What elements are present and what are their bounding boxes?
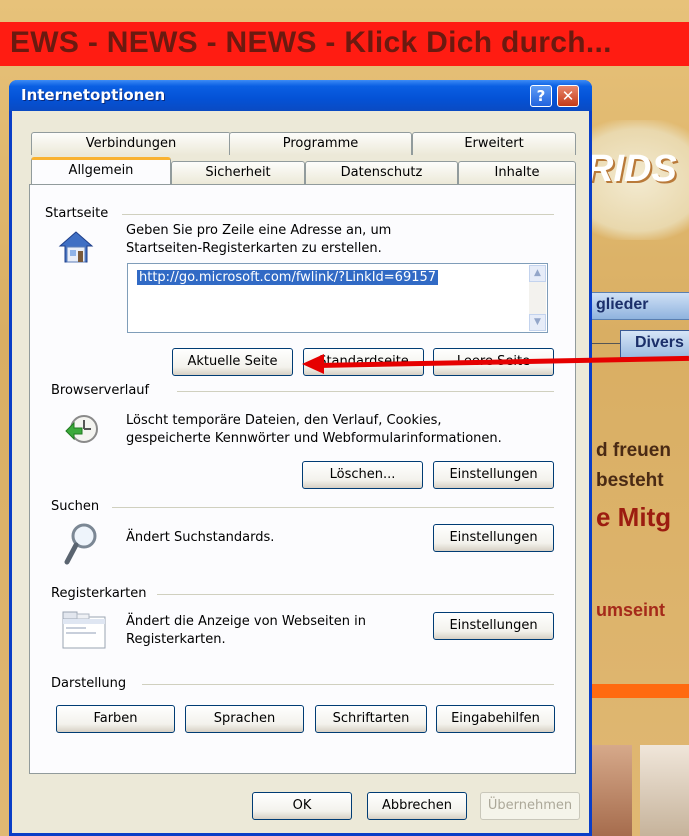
group-registerkarten-heading: Registerkarten bbox=[51, 586, 147, 601]
group-separator bbox=[142, 684, 554, 685]
dialog-title: Internetoptionen bbox=[21, 86, 166, 104]
current-page-button[interactable]: Aktuelle Seite bbox=[172, 348, 293, 376]
group-separator bbox=[112, 507, 554, 508]
tab-sicherheit[interactable]: Sicherheit bbox=[171, 161, 305, 184]
group-browserverlauf-heading: Browserverlauf bbox=[51, 383, 150, 398]
news-banner: EWS - NEWS - NEWS - Klick Dich durch... bbox=[0, 22, 689, 66]
search-settings-button[interactable]: Einstellungen bbox=[433, 524, 554, 552]
news-banner-text: EWS - NEWS - NEWS - Klick Dich durch... bbox=[10, 26, 612, 59]
history-settings-button[interactable]: Einstellungen bbox=[433, 461, 554, 489]
colors-button[interactable]: Farben bbox=[56, 705, 175, 733]
search-magnifier-icon bbox=[64, 522, 100, 570]
startseite-description-line1: Geben Sie pro Zeile eine Adresse an, um bbox=[126, 223, 392, 238]
nav-connector bbox=[592, 343, 622, 344]
page-text-line: umseint bbox=[596, 600, 666, 620]
nav-button-divers-label: Divers bbox=[635, 334, 684, 351]
tab-verbindungen[interactable]: Verbindungen bbox=[31, 132, 231, 155]
close-button[interactable]: ✕ bbox=[557, 85, 579, 107]
annotation-arrow-head bbox=[302, 354, 324, 374]
nav-button-members[interactable]: glieder bbox=[585, 292, 689, 320]
languages-button[interactable]: Sprachen bbox=[185, 705, 304, 733]
fonts-button[interactable]: Schriftarten bbox=[315, 705, 427, 733]
history-description-line2: gespeicherte Kennwörter und Webformulari… bbox=[126, 431, 502, 446]
group-separator bbox=[177, 391, 554, 392]
group-separator bbox=[122, 214, 554, 215]
cancel-button[interactable]: Abbrechen bbox=[367, 792, 467, 820]
tab-programme[interactable]: Programme bbox=[229, 132, 412, 155]
search-description: Ändert Suchstandards. bbox=[126, 530, 275, 545]
group-separator bbox=[157, 594, 554, 595]
homepage-url-textarea[interactable]: http://go.microsoft.com/fwlink/?LinkId=6… bbox=[127, 263, 548, 333]
tab-erweitert[interactable]: Erweitert bbox=[412, 132, 576, 155]
tab-datenschutz[interactable]: Datenschutz bbox=[305, 161, 458, 184]
history-clock-icon bbox=[64, 413, 100, 451]
site-logo-text: RIDS bbox=[586, 148, 677, 190]
tabs-window-icon bbox=[62, 611, 106, 653]
tabs-description-line1: Ändert die Anzeige von Webseiten in bbox=[126, 614, 366, 629]
dialog-titlebar[interactable]: Internetoptionen ? ✕ bbox=[9, 80, 592, 111]
group-suchen-heading: Suchen bbox=[51, 499, 100, 514]
help-button[interactable]: ? bbox=[530, 85, 552, 107]
ok-button[interactable]: OK bbox=[252, 792, 352, 820]
page-text-line: d freuen bbox=[596, 440, 671, 461]
home-icon bbox=[58, 230, 94, 268]
scroll-up-icon[interactable]: ▲ bbox=[529, 265, 546, 282]
internet-options-dialog: Internetoptionen ? ✕ Verbindungen Progra… bbox=[9, 80, 592, 836]
page-text-line: e Mitg bbox=[596, 502, 672, 532]
page-text-line: besteht bbox=[596, 470, 664, 491]
startseite-description-line2: Startseiten-Registerkarten zu erstellen. bbox=[126, 241, 382, 256]
tabs-description-line2: Registerkarten. bbox=[126, 632, 226, 647]
delete-history-button[interactable]: Löschen... bbox=[302, 461, 423, 489]
accessibility-button[interactable]: Eingabehilfen bbox=[436, 705, 555, 733]
tabs-settings-button[interactable]: Einstellungen bbox=[433, 612, 554, 640]
page-photo bbox=[640, 745, 689, 836]
page-photo bbox=[592, 745, 632, 836]
group-darstellung-heading: Darstellung bbox=[51, 676, 127, 691]
history-description-line1: Löscht temporäre Dateien, den Verlauf, C… bbox=[126, 413, 442, 428]
group-startseite-heading: Startseite bbox=[45, 206, 109, 221]
scroll-down-icon[interactable]: ▼ bbox=[529, 314, 546, 331]
nav-button-members-label: glieder bbox=[596, 296, 649, 313]
tab-inhalte[interactable]: Inhalte bbox=[458, 161, 576, 184]
page-divider bbox=[590, 684, 689, 698]
nav-button-divers[interactable]: Divers bbox=[620, 330, 689, 358]
apply-button[interactable]: Übernehmen bbox=[480, 792, 580, 820]
homepage-url-text: http://go.microsoft.com/fwlink/?LinkId=6… bbox=[137, 270, 439, 285]
tab-allgemein[interactable]: Allgemein bbox=[31, 157, 171, 184]
url-scrollbar[interactable]: ▲ ▼ bbox=[529, 265, 546, 331]
